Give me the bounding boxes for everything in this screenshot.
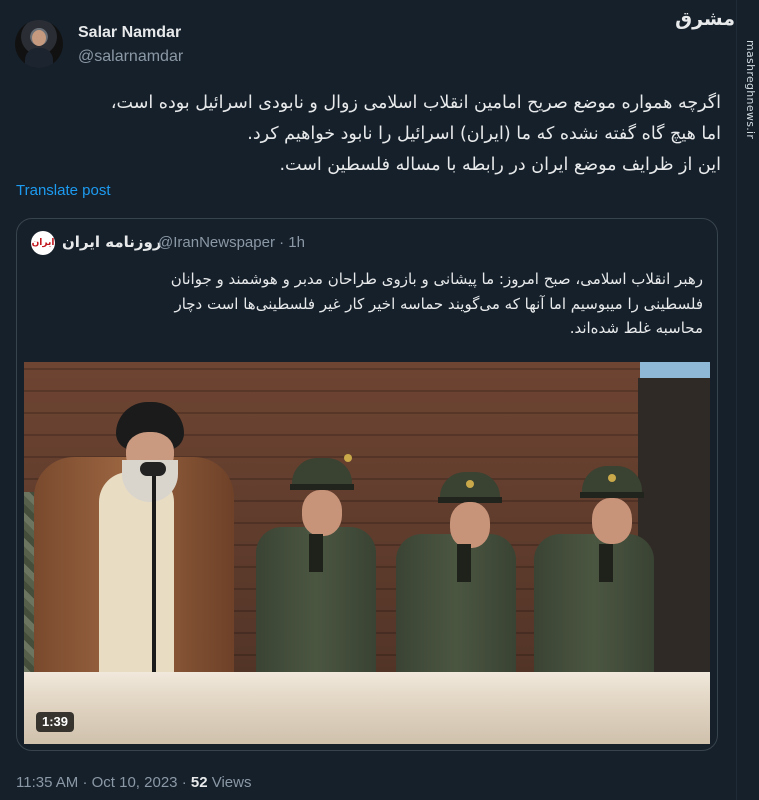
video-player[interactable]: 1:39 [24,362,710,744]
tweet-footer: 11:35 AM · Oct 10, 2023 · 52 Views [16,774,251,791]
tweet-text: اگرچه همواره موضع صریح امامین انقلاب اسل… [18,88,721,181]
watermark-strip: mashreghnews.ir [736,0,759,800]
watermark-site: mashreghnews.ir [744,40,757,140]
author-avatar[interactable] [15,20,63,68]
quoted-text: رهبر انقلاب اسلامی، صبح امروز: ما پیشانی… [31,267,703,341]
translate-post-link[interactable]: Translate post [16,182,111,199]
quoted-avatar[interactable]: ایران [31,231,55,255]
meta-separator: · [279,234,289,251]
meta-separator: · [82,774,92,791]
video-balustrade [24,672,710,744]
views-count: 52 [190,774,208,791]
post-date[interactable]: Oct 10, 2023 [92,774,178,791]
watermark-logo: مشرق [675,8,735,30]
video-duration-badge: 1:39 [36,712,75,732]
views-label: Views [211,774,252,791]
quoted-time[interactable]: 1h [288,234,305,251]
author-handle[interactable]: @salarnamdar [78,48,183,66]
quoted-line: رهبر انقلاب اسلامی، صبح امروز: ما پیشانی… [170,270,703,288]
tweet-line: اگرچه همواره موضع صریح امامین انقلاب اسل… [110,93,721,113]
quoted-line: محاسبه غلط شده‌اند. [569,319,703,337]
quoted-meta: @IranNewspaper · 1h [158,234,305,251]
tweet-line: اما هیچ گاه گفته نشده که ما (ایران) اسرا… [247,124,721,144]
quoted-line: فلسطینی را میبوسیم اما آنها که می‌گویند … [174,294,703,313]
post-time[interactable]: 11:35 AM [16,774,78,791]
quoted-tweet-card[interactable]: ایران روزنامه ایران @IranNewspaper · 1h … [16,218,718,751]
quoted-header: ایران روزنامه ایران @IranNewspaper · 1h [17,231,717,255]
quoted-author-name[interactable]: روزنامه ایران [62,233,162,251]
quoted-handle[interactable]: @IranNewspaper [158,234,275,251]
author-name[interactable]: Salar Namdar [78,24,181,42]
meta-separator: · [181,774,191,791]
tweet-line: این از ظرایف موضع ایران در رابطه با مسال… [279,155,721,175]
